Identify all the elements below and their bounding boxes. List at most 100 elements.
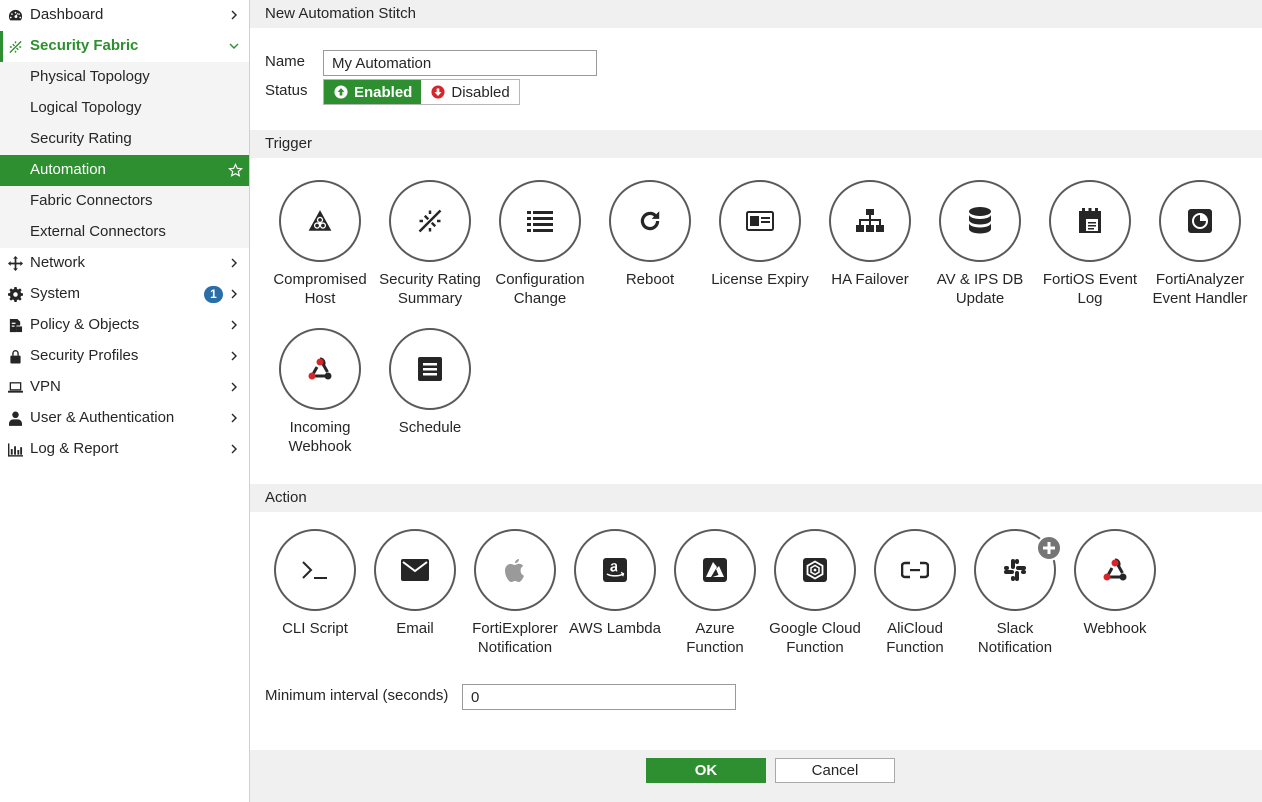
sidebar-item-log-report[interactable]: Log & Report — [0, 434, 249, 465]
sidebar-item-network[interactable]: Network — [0, 248, 249, 279]
sidebar-item-label: Security Profiles — [30, 347, 139, 364]
sidebar-item-label: VPN — [30, 378, 61, 395]
tile-label: Compromised Host — [273, 271, 367, 307]
action-google-cloud-function[interactable]: Google Cloud Function — [760, 529, 870, 657]
arrow-up-circle-icon — [334, 85, 348, 99]
sitemap-icon — [856, 209, 884, 232]
sidebar-item-automation[interactable]: Automation — [0, 155, 249, 186]
sidebar-item-label: System — [30, 285, 81, 302]
tile-label: Reboot — [625, 271, 675, 288]
trigger-configuration-change[interactable]: Configuration Change — [485, 180, 595, 308]
sidebar-item-policy-objects[interactable]: Policy & Objects — [0, 310, 249, 341]
sidebar: Dashboard Security Fabric Physical Topol… — [0, 0, 250, 802]
action-fortiexplorer-notification[interactable]: FortiExplorer Notification — [460, 529, 570, 657]
sidebar-item-physical-topology[interactable]: Physical Topology — [0, 62, 249, 93]
webhook-icon — [308, 357, 332, 380]
chevron-right-icon — [231, 444, 237, 454]
chevron-right-icon — [231, 289, 237, 299]
status-enabled-option[interactable]: Enabled — [324, 80, 422, 104]
tile-label: License Expiry — [711, 271, 809, 288]
sidebar-item-security-rating[interactable]: Security Rating — [0, 124, 249, 155]
cancel-button[interactable]: Cancel — [775, 758, 895, 783]
tile-label: Incoming Webhook — [288, 419, 352, 455]
user-icon — [8, 411, 23, 426]
chevron-down-icon — [229, 43, 239, 49]
tile-label: Slack Notification — [977, 620, 1053, 656]
laptop-icon — [8, 380, 23, 395]
sidebar-item-label: Policy & Objects — [30, 316, 140, 333]
trigger-ha-failover[interactable]: HA Failover — [815, 180, 925, 289]
action-email[interactable]: Email — [360, 529, 470, 638]
sidebar-item-label: Security Rating — [30, 130, 132, 147]
tile-label: AWS Lambda — [569, 620, 661, 637]
sidebar-item-fabric-connectors[interactable]: Fabric Connectors — [0, 186, 249, 217]
tile-label: Configuration Change — [495, 271, 585, 307]
status-disabled-option[interactable]: Disabled — [421, 80, 519, 104]
sidebar-item-system[interactable]: System 1 — [0, 279, 249, 310]
trigger-av-ips-db-update[interactable]: AV & IPS DB Update — [925, 180, 1035, 308]
action-aws-lambda[interactable]: AWS Lambda — [560, 529, 670, 638]
trigger-compromised-host[interactable]: Compromised Host — [265, 180, 375, 308]
tile-label: AliCloud Function — [886, 620, 944, 656]
ok-button[interactable]: OK — [646, 758, 766, 783]
trigger-security-rating-summary[interactable]: Security Rating Summary — [375, 180, 485, 308]
sidebar-item-security-fabric[interactable]: Security Fabric — [0, 31, 249, 62]
chart-icon — [8, 442, 23, 457]
sidebar-item-label: Fabric Connectors — [30, 192, 153, 209]
action-alicloud-function[interactable]: AliCloud Function — [860, 529, 970, 657]
calendar-log-icon — [1079, 208, 1101, 233]
sidebar-item-dashboard[interactable]: Dashboard — [0, 0, 249, 31]
sidebar-item-logical-topology[interactable]: Logical Topology — [0, 93, 249, 124]
action-webhook[interactable]: Webhook — [1060, 529, 1170, 638]
list-icon — [527, 211, 553, 232]
notification-count-badge: 1 — [204, 286, 223, 303]
sidebar-item-security-profiles[interactable]: Security Profiles — [0, 341, 249, 372]
sidebar-item-label: Dashboard — [30, 6, 104, 23]
gear-icon — [8, 287, 23, 302]
webhook-icon — [1103, 558, 1127, 581]
security-fabric-icon — [8, 39, 23, 54]
chevron-right-icon — [231, 10, 237, 20]
trigger-fortianalyzer-event-handler[interactable]: FortiAnalyzer Event Handler — [1145, 180, 1255, 308]
sidebar-item-user-authentication[interactable]: User & Authentication — [0, 403, 249, 434]
schedule-icon — [418, 357, 442, 381]
sidebar-item-vpn[interactable]: VPN — [0, 372, 249, 403]
tile-label: AV & IPS DB Update — [936, 271, 1024, 307]
analyzer-icon — [1188, 209, 1212, 233]
trigger-reboot[interactable]: Reboot — [595, 180, 705, 289]
trigger-fortios-event-log[interactable]: FortiOS Event Log — [1035, 180, 1145, 308]
tile-label: FortiExplorer Notification — [472, 620, 558, 656]
name-label: Name — [265, 53, 306, 70]
security-fabric-icon — [418, 209, 442, 233]
name-input[interactable] — [323, 50, 597, 76]
trigger-incoming-webhook[interactable]: Incoming Webhook — [265, 328, 375, 456]
trigger-license-expiry[interactable]: License Expiry — [705, 180, 815, 289]
action-slack-notification[interactable]: Slack Notification — [960, 529, 1070, 657]
sidebar-item-label: Logical Topology — [30, 99, 142, 116]
sidebar-item-label: External Connectors — [30, 223, 166, 240]
interval-input[interactable] — [462, 684, 736, 710]
tile-label: HA Failover — [831, 271, 909, 288]
terminal-icon — [302, 561, 327, 579]
reboot-icon — [640, 211, 660, 231]
alicloud-icon — [901, 561, 929, 579]
google-cloud-icon — [803, 558, 827, 582]
action-cli-script[interactable]: CLI Script — [260, 529, 370, 638]
azure-icon — [703, 558, 727, 582]
add-icon[interactable] — [1036, 535, 1062, 561]
sidebar-item-label: Network — [30, 254, 86, 271]
sidebar-item-label: Security Fabric — [30, 37, 139, 54]
chevron-right-icon — [231, 258, 237, 268]
trigger-schedule[interactable]: Schedule — [375, 328, 485, 437]
policy-icon — [8, 318, 23, 333]
envelope-icon — [401, 559, 429, 581]
sidebar-item-external-connectors[interactable]: External Connectors — [0, 217, 249, 248]
status-toggle: Enabled Disabled — [323, 79, 520, 105]
status-disabled-label: Disabled — [451, 83, 510, 101]
chevron-right-icon — [231, 413, 237, 423]
action-azure-function[interactable]: Azure Function — [660, 529, 770, 657]
id-card-icon — [746, 211, 774, 231]
tile-label: FortiOS Event Log — [1042, 271, 1138, 307]
star-icon[interactable] — [228, 163, 243, 178]
lock-icon — [8, 349, 23, 364]
